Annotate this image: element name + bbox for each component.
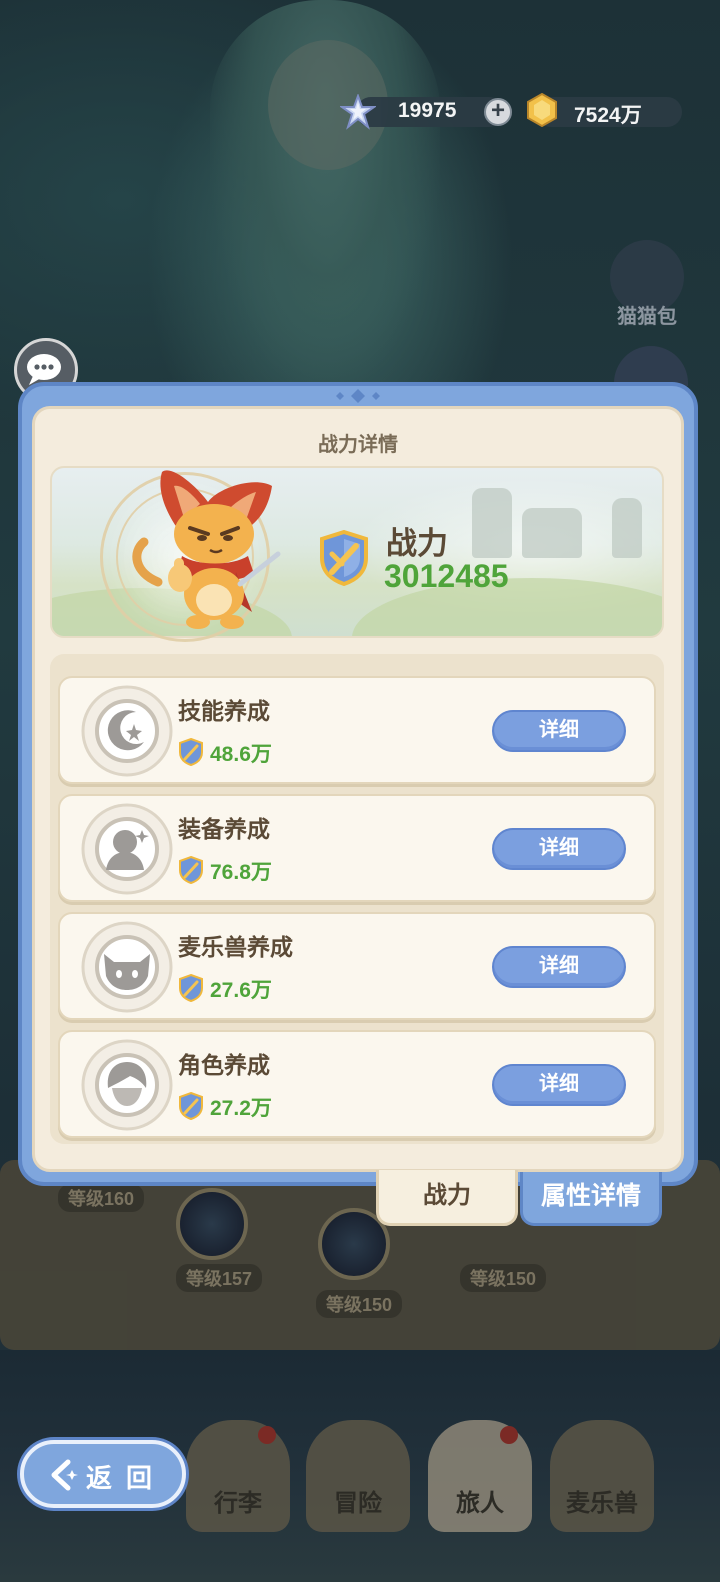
gold-gem-icon [527,93,557,127]
row-title: 角色养成 [178,1052,270,1078]
moon-star-icon [81,685,173,777]
equipment-detail-button[interactable]: 详细 [492,828,626,870]
power-label: 战力 [386,526,448,561]
nav-label: 行李 [214,1490,262,1517]
back-label: 返回 [86,1463,167,1493]
list-item-equipment: 装备养成 76.8万 详细 [58,794,656,902]
star-count: 19975 [398,99,457,122]
nav-label: 冒险 [334,1490,382,1517]
star-currency-display: 19975 [356,97,504,127]
nav-item-luggage[interactable]: 行李 [186,1420,290,1532]
tab-power[interactable]: 战力 [376,1170,518,1226]
skill-node [176,1188,248,1260]
coin-count: 7524万 [574,104,642,127]
tab-attribute-details[interactable]: 属性详情 [520,1172,662,1226]
hero-head-icon [81,1039,173,1131]
row-title: 麦乐兽养成 [178,934,293,960]
list-item-pet: 麦乐兽养成 27.6万 详细 [58,912,656,1020]
nav-label: 旅人 [456,1490,504,1517]
power-value: 3012485 [384,558,509,594]
row-power-value: 27.6万 [210,979,272,1002]
level-badge: 等级150 [460,1264,547,1292]
power-shield-icon [179,856,203,884]
nav-item-traveler[interactable]: 旅人 [428,1420,532,1532]
character-silhouette-icon [81,803,173,895]
power-shield-icon [320,530,368,586]
row-power-value: 76.8万 [210,861,272,884]
cat-bag-label: 猫猫包 [617,306,677,328]
ornament-icon [336,389,380,403]
level-badge: 等级157 [176,1264,263,1292]
notification-dot [258,1426,276,1444]
skill-detail-button[interactable]: 详细 [492,710,626,752]
back-arrow-icon [51,1459,78,1491]
level-badge: 等级150 [316,1290,403,1318]
back-button[interactable]: 返回 [20,1440,186,1508]
cat-face-icon [81,921,173,1013]
modal-title: 战力详情 [318,434,398,456]
list-item-character: 角色养成 27.2万 详细 [58,1030,656,1138]
nav-item-adventure[interactable]: 冒险 [306,1420,410,1532]
notification-dot [500,1426,518,1444]
nav-item-pet[interactable]: 麦乐兽 [550,1420,654,1532]
row-title: 技能养成 [178,698,270,724]
character-detail-button[interactable]: 详细 [492,1064,626,1106]
nav-label: 麦乐兽 [566,1490,638,1517]
star-crystal-icon [340,94,376,130]
pet-cat-character-art [132,470,281,629]
pet-detail-button[interactable]: 详细 [492,946,626,988]
row-title: 装备养成 [178,816,270,842]
add-stars-button[interactable]: + [484,98,512,126]
row-power-value: 48.6万 [210,743,272,766]
power-shield-icon [179,1092,203,1120]
power-shield-icon [179,974,203,1002]
level-badge: 等级160 [58,1184,145,1212]
list-item-skill: 技能养成 48.6万 详细 [58,676,656,784]
power-shield-icon [179,738,203,766]
row-power-value: 27.2万 [210,1097,272,1120]
